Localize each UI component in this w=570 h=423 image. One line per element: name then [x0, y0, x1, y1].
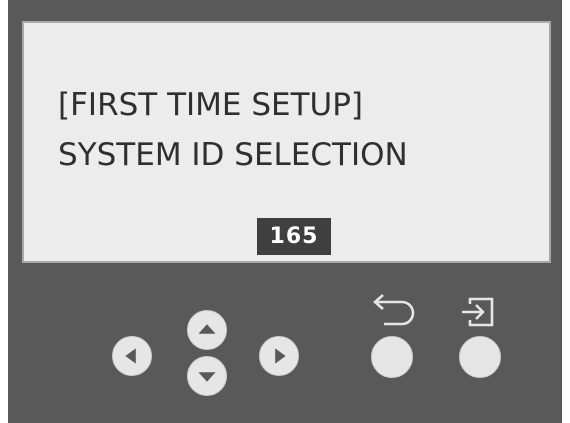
right-arrow-icon [275, 348, 286, 364]
back-button[interactable] [371, 336, 413, 378]
left-arrow-icon [125, 348, 136, 364]
enter-button[interactable] [459, 336, 501, 378]
down-arrow-icon [198, 372, 216, 382]
down-button[interactable] [187, 356, 227, 396]
system-id-value: 165 [257, 218, 331, 255]
device-panel: [FIRST TIME SETUP] SYSTEM ID SELECTION 1… [8, 0, 562, 423]
return-arrow-icon [373, 294, 415, 326]
up-arrow-icon [198, 324, 216, 334]
setup-subtitle: SYSTEM ID SELECTION [58, 137, 408, 173]
setup-title: [FIRST TIME SETUP] [58, 87, 364, 123]
right-button[interactable] [259, 336, 299, 376]
lcd-screen: [FIRST TIME SETUP] SYSTEM ID SELECTION 1… [22, 21, 551, 263]
left-button[interactable] [112, 336, 152, 376]
enter-icon [462, 297, 494, 327]
up-button[interactable] [187, 310, 227, 350]
